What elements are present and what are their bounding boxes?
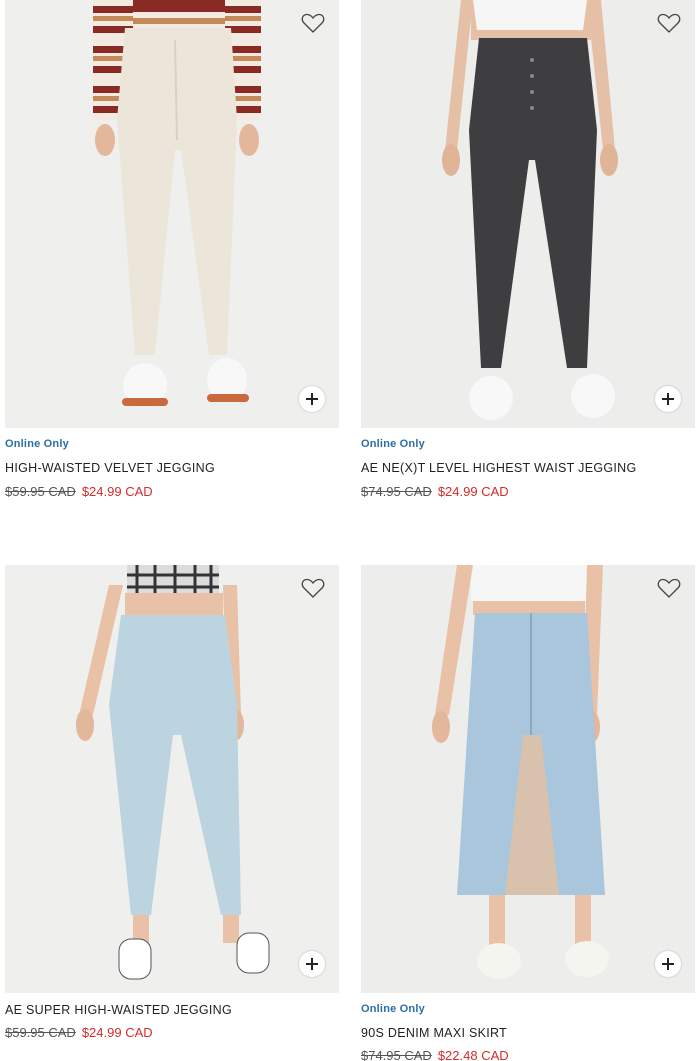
- plus-icon: [306, 393, 318, 405]
- product-photo: [93, 0, 261, 407]
- product-image[interactable]: [5, 0, 339, 428]
- online-only-badge: Online Only: [5, 438, 69, 450]
- sale-price: $22.48 CAD: [437, 1048, 509, 1061]
- quick-add-button[interactable]: [299, 386, 325, 412]
- online-only-badge: Online Only: [361, 1003, 425, 1015]
- plus-icon: [662, 393, 674, 405]
- quick-add-button[interactable]: [299, 951, 325, 977]
- heart-icon[interactable]: [657, 577, 681, 599]
- plus-icon: [662, 958, 674, 970]
- sale-price: $24.99 CAD: [81, 1025, 153, 1040]
- original-price: $74.95 CAD: [361, 1048, 432, 1061]
- product-name[interactable]: AE NE(X)T LEVEL HIGHEST WAIST JEGGING: [361, 461, 637, 475]
- heart-icon[interactable]: [301, 577, 325, 599]
- original-price: $59.95 CAD: [5, 484, 76, 499]
- product-image[interactable]: [5, 565, 339, 993]
- product-photo: [442, 0, 618, 420]
- product-photo: [432, 565, 609, 979]
- original-price: $59.95 CAD: [5, 1025, 76, 1040]
- original-price: $74.95 CAD: [361, 484, 432, 499]
- product-image[interactable]: [361, 0, 695, 428]
- product-photo: [76, 565, 270, 980]
- quick-add-button[interactable]: [655, 951, 681, 977]
- price-row: $74.95 CAD $24.99 CAD: [361, 484, 509, 499]
- sale-price: $24.99 CAD: [81, 484, 153, 499]
- product-name[interactable]: AE SUPER HIGH-WAISTED JEGGING: [5, 1003, 232, 1017]
- product-name[interactable]: HIGH-WAISTED VELVET JEGGING: [5, 461, 215, 475]
- heart-icon[interactable]: [657, 12, 681, 34]
- product-image[interactable]: [361, 565, 695, 993]
- online-only-badge: Online Only: [361, 438, 425, 450]
- product-name[interactable]: 90S DENIM MAXI SKIRT: [361, 1026, 507, 1040]
- heart-icon[interactable]: [301, 12, 325, 34]
- quick-add-button[interactable]: [655, 386, 681, 412]
- price-row: $59.95 CAD $24.99 CAD: [5, 484, 153, 499]
- price-row: $74.95 CAD $22.48 CAD: [361, 1048, 509, 1061]
- price-row: $59.95 CAD $24.99 CAD: [5, 1025, 153, 1040]
- sale-price: $24.99 CAD: [437, 484, 509, 499]
- plus-icon: [306, 958, 318, 970]
